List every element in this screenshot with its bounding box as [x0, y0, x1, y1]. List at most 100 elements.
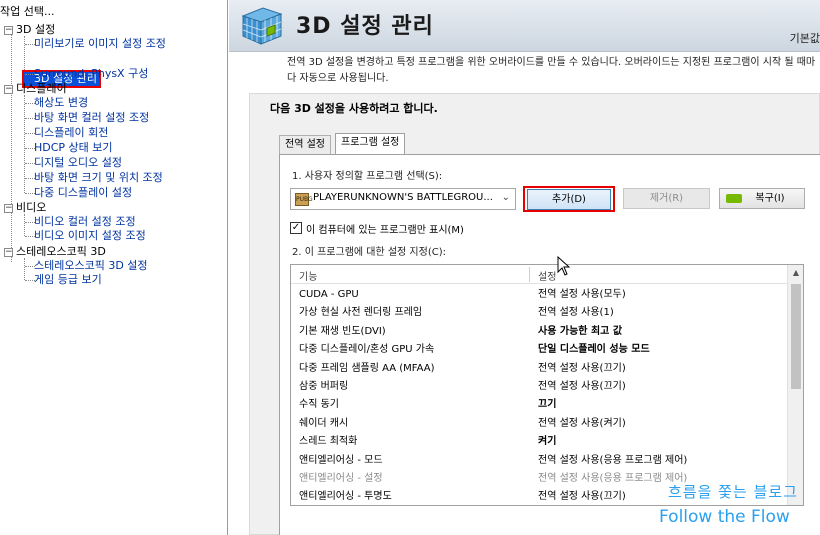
table-row[interactable]: 앤티엘리어싱 - 모드 전역 설정 사용(응용 프로그램 제어): [291, 452, 788, 470]
column-divider[interactable]: [529, 267, 530, 282]
tree-item-stereoscopic-settings[interactable]: 스테레오스코픽 3D 설정: [34, 258, 148, 273]
collapse-icon[interactable]: −: [4, 26, 13, 35]
feature-cell: 삼중 버퍼링: [299, 381, 349, 392]
tree-label: 디스플레이: [16, 82, 67, 95]
page-header: 3D 설정 관리 기본값: [229, 0, 820, 52]
vertical-scrollbar[interactable]: ▲: [787, 265, 803, 505]
tree-item-desktop-color[interactable]: 바탕 화면 컬러 설정 조정: [34, 110, 149, 125]
tree-connector: [24, 214, 25, 236]
tree-item-image-preview[interactable]: 미리보기로 이미지 설정 조정: [34, 36, 166, 51]
program-settings-tab-page: 1. 사용자 정의할 프로그램 선택(S): PUBG PLAYERUNKNOW…: [279, 154, 820, 535]
remove-button[interactable]: 제거(R): [623, 188, 710, 209]
feature-cell: 수직 동기: [299, 399, 339, 411]
tree-item-hdcp-status[interactable]: HDCP 상태 보기: [34, 140, 113, 155]
tree-category-3d-settings[interactable]: −3D 설정: [4, 22, 55, 37]
program-select[interactable]: PUBG PLAYERUNKNOWN'S BATTLEGROU... ⌄: [290, 188, 516, 210]
feature-cell: 다중 프레임 샘플링 AA (MFAA): [299, 362, 435, 374]
mouse-cursor-icon: [557, 256, 571, 276]
setting-cell[interactable]: 사용 가능한 최고 값: [538, 323, 622, 341]
add-button[interactable]: 추가(D): [527, 189, 611, 210]
setting-cell[interactable]: 끄기: [538, 396, 556, 414]
program-settings-label: 2. 이 프로그램에 대한 설정 지정(C):: [292, 247, 446, 258]
settings-table: 기능 설정 CUDA - GPU 전역 설정 사용(모두) 가상 현실 사전 렌더링…: [290, 264, 804, 506]
setting-cell[interactable]: 전역 설정 사용(끄기): [538, 378, 626, 396]
add-button-highlight: 추가(D): [523, 186, 615, 212]
table-row[interactable]: CUDA - GPU 전역 설정 사용(모두): [291, 286, 788, 304]
tree-label: 비디오: [16, 201, 47, 214]
column-header-feature[interactable]: 기능: [299, 268, 317, 283]
setting-cell[interactable]: 전역 설정 사용(응용 프로그램 제어): [538, 470, 687, 488]
tree-label: 미리보기로 이미지 설정 조정: [34, 37, 166, 50]
tree-connector: [11, 32, 12, 262]
feature-cell: 기본 재생 빈도(DVI): [299, 325, 386, 337]
setting-cell[interactable]: 전역 설정 사용(끄기): [538, 360, 626, 378]
setting-cell[interactable]: 켜기: [538, 433, 556, 451]
table-row[interactable]: 다중 디스플레이/혼성 GPU 가속 단일 디스플레이 성능 모드: [291, 341, 788, 359]
tree-connector: [24, 258, 25, 280]
tree-item-change-resolution[interactable]: 해상도 변경: [34, 95, 88, 110]
tree-item-surround-physx[interactable]: Surround, PhysX 구성: [34, 66, 148, 81]
chevron-down-icon[interactable]: ⌄: [502, 192, 510, 203]
restore-button[interactable]: 복구(I): [719, 188, 805, 209]
tree-item-video-image[interactable]: 비디오 이미지 설정 조정: [34, 228, 146, 243]
tree-label: 바탕 화면 크기 및 위치 조정: [34, 171, 163, 184]
feature-cell: 스레드 최적화: [299, 436, 358, 448]
feature-cell: CUDA - GPU: [299, 289, 359, 300]
setting-cell[interactable]: 전역 설정 사용(켜기): [538, 415, 626, 433]
table-row[interactable]: 수직 동기 끄기: [291, 396, 788, 414]
setting-cell[interactable]: 전역 설정 사용(1): [538, 304, 614, 322]
task-select-label: 작업 선택...: [0, 5, 55, 18]
tree-item-multi-display[interactable]: 다중 디스플레이 설정: [34, 185, 132, 200]
tab-global-settings[interactable]: 전역 설정: [279, 135, 331, 154]
show-installed-only-checkbox[interactable]: ✓: [290, 222, 302, 234]
feature-cell: 쉐이더 캐시: [299, 417, 349, 429]
setting-cell[interactable]: 전역 설정 사용(응용 프로그램 제어): [538, 452, 687, 470]
feature-cell: 앤티엘리어싱 - 투명도: [299, 491, 392, 503]
tree-label: HDCP 상태 보기: [34, 141, 113, 154]
tab-program-settings[interactable]: 프로그램 설정: [335, 133, 406, 155]
page-title: 3D 설정 관리: [296, 14, 434, 39]
tree-label: 스테레오스코픽 3D 설정: [34, 259, 148, 272]
table-row[interactable]: 쉐이더 캐시 전역 설정 사용(켜기): [291, 415, 788, 433]
tree-label: 디스플레이 회전: [34, 126, 109, 139]
collapse-icon[interactable]: −: [4, 85, 13, 94]
setting-cell[interactable]: 단일 디스플레이 성능 모드: [538, 341, 650, 359]
table-row[interactable]: 기본 재생 빈도(DVI) 사용 가능한 최고 값: [291, 323, 788, 341]
collapse-icon[interactable]: −: [4, 204, 13, 213]
tree-label: Surround, PhysX 구성: [34, 67, 149, 80]
panel-title: 다음 3D 설정을 사용하려고 합니다.: [270, 102, 438, 115]
feature-cell: 앤티엘리어싱 - 모드: [299, 454, 383, 466]
watermark-subtext: Follow the Flow: [659, 507, 790, 527]
tree-category-video[interactable]: − 비디오: [4, 200, 46, 215]
show-installed-only-label[interactable]: 이 컴퓨터에 있는 프로그램만 표시(M): [306, 221, 464, 236]
table-row[interactable]: 다중 프레임 샘플링 AA (MFAA) 전역 설정 사용(끄기): [291, 360, 788, 378]
feature-cell: 다중 디스플레이/혼성 GPU 가속: [299, 344, 435, 356]
feature-cell: 가상 현실 사전 렌더링 프레임: [299, 307, 423, 319]
tree-category-display[interactable]: − 디스플레이: [4, 81, 67, 96]
scroll-thumb[interactable]: [791, 284, 801, 389]
tree-item-video-color[interactable]: 비디오 컬러 설정 조정: [34, 214, 136, 229]
table-row[interactable]: 삼중 버퍼링 전역 설정 사용(끄기): [291, 378, 788, 396]
setting-cell[interactable]: 전역 설정 사용(모두): [538, 286, 626, 304]
collapse-icon[interactable]: −: [4, 248, 13, 257]
tree-item-game-rating[interactable]: 게임 등급 보기: [34, 272, 102, 287]
page-description: 전역 3D 설정을 변경하고 특정 프로그램을 위한 오버라이드를 만들 수 있…: [287, 57, 816, 84]
select-program-label: 1. 사용자 정의할 프로그램 선택(S):: [292, 171, 443, 182]
setting-cell[interactable]: 전역 설정 사용(끄기): [538, 488, 626, 505]
feature-cell: 앤티엘리어싱 - 설정: [299, 473, 383, 484]
tree-item-rotate-display[interactable]: 디스플레이 회전: [34, 125, 108, 140]
table-row[interactable]: 가상 현실 사전 렌더링 프레임 전역 설정 사용(1): [291, 304, 788, 322]
tree-item-digital-audio[interactable]: 디지털 오디오 설정: [34, 155, 122, 170]
tree-label: 3D 설정: [16, 23, 56, 36]
navigation-tree-pane: 작업 선택... −3D 설정 미리보기로 이미지 설정 조정 3D 설정 관리…: [0, 0, 228, 535]
table-header: 기능 설정: [291, 265, 788, 284]
restore-defaults-link[interactable]: 기본값: [790, 30, 820, 46]
scroll-up-arrow-icon[interactable]: ▲: [788, 265, 803, 281]
tree-category-stereoscopic[interactable]: − 스테레오스코픽 3D: [4, 244, 106, 259]
tree-item-desktop-size[interactable]: 바탕 화면 크기 및 위치 조정: [34, 170, 163, 185]
tree-label: 비디오 이미지 설정 조정: [34, 229, 146, 242]
tree-label: 비디오 컬러 설정 조정: [34, 215, 136, 228]
table-row[interactable]: 스레드 최적화 켜기: [291, 433, 788, 451]
tree-label: 다중 디스플레이 설정: [34, 186, 133, 199]
column-header-setting[interactable]: 설정: [538, 268, 556, 283]
